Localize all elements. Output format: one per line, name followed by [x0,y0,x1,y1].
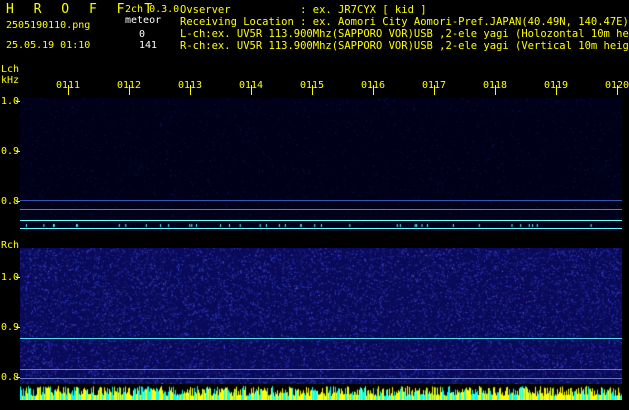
rch-receiver-info: R-ch:ex. UV5R 113.900Mhz(SAPPORO VOR)USB… [180,40,629,52]
rch-spectrogram [20,248,622,384]
time-tick-mark [68,85,69,95]
lch-receiver-info: L-ch:ex. UV5R 113.900Mhz(SAPPORO VOR)USB… [180,28,629,40]
time-tick-mark [434,85,435,95]
lch-marker-line [20,200,622,201]
rch-carrier-line [20,338,622,339]
time-tick-mark [495,85,496,95]
lch-carrier-line [20,228,622,229]
filename-label: 2505190110.png [6,20,91,31]
time-tick-mark [556,85,557,95]
lch-label: Lch [1,64,20,75]
time-tick-mark [373,85,374,95]
rch-marker-line [20,369,622,370]
time-tick-mark [312,85,313,95]
time-tick-mark [251,85,252,95]
meteor-count-rch: 141 [139,40,158,51]
lch-spectrogram-canvas [20,98,622,232]
lch-unit-label: kHz [1,75,20,86]
location-info: Receiving Location : ex. Aomori City Aom… [180,16,629,28]
meteor-count-lch: 0 [139,29,146,40]
rch-label: Rch [1,240,20,251]
time-tick-mark [129,85,130,95]
time-tick-mark [617,85,618,95]
rch-spectrogram-canvas [20,248,622,384]
rch-marker-line [20,378,622,379]
meteor-label: meteor [125,15,162,26]
time-tick-mark [190,85,191,95]
signal-level-bars [20,384,622,400]
lch-carrier-line [20,220,622,221]
datetime-label: 25.05.19 01:10 [6,40,91,51]
version-label: 2ch 0.3.0 [125,4,180,15]
lch-marker-line [20,209,622,210]
hrofft-spectrogram-window: H R O F F T 2ch 0.3.0 2505190110.png met… [0,0,629,410]
lch-spectrogram [20,98,622,232]
observer-info: Ovserver : ex. JR7CYX [ kid ] [180,4,427,16]
